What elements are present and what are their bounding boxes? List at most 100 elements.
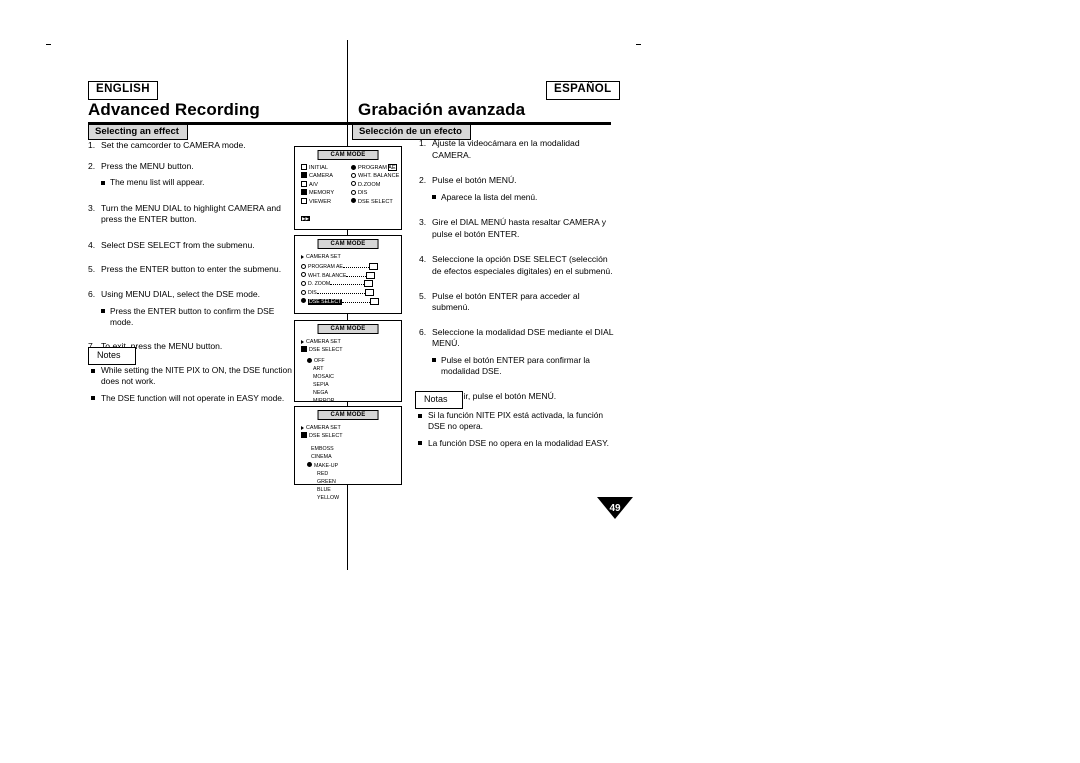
step-text: Pulse el botón MENÚ. [432,175,517,186]
menu-item-label: VIEWER [309,198,332,205]
dse-option-label: OFF [314,358,325,365]
step-text: Press the ENTER button to enter the subm… [101,264,282,275]
bullet-icon [301,263,306,269]
step-number: 4. [419,254,427,265]
dse-option-emboss: EMBOSS [311,445,395,453]
step-number: 6. [419,326,427,337]
radio-icon [307,357,312,363]
lcd-menu-subheading: DSE SELECT [301,346,395,354]
list-item: 1. Ajuste la videocámara en la modalidad… [419,138,619,161]
menu-item-label: INITIAL [309,165,328,171]
pointer-icon [301,425,304,430]
dse-option-label: EMBOSS [311,446,334,453]
menu-row-program-ae: PROGRAM AE [301,263,395,272]
menu-row-d-zoom: D. ZOOM [301,280,395,289]
list-item: 3. Turn the MENU DIAL to highlight CAMER… [88,203,288,226]
step-text: Select DSE SELECT from the submenu. [101,239,255,250]
dse-option-red: RED [311,470,395,478]
list-item: 2. Pulse el botón MENÚ. Aparece la lista… [419,175,619,203]
checkbox-icon [301,180,307,187]
menu-row-label: PROGRAM AE [308,263,343,270]
crop-mark-top-right [636,44,641,45]
radio-icon [351,198,356,204]
radio-icon [351,181,356,187]
dot-leader [342,301,371,303]
radio-icon [351,172,356,178]
dse-option-cinema: CINEMA [311,453,395,461]
note-item: La función DSE no opera en la modalidad … [415,438,615,449]
step-text: Set the camcorder to CAMERA mode. [101,140,246,150]
step-number: 1. [88,140,96,150]
menu-row-label-selected: DSE SELECT [308,298,343,305]
bullet-icon [301,272,306,278]
notes-label-english: Notes [88,347,136,365]
pointer-icon [301,254,304,259]
page-title-spanish: Grabación avanzada [358,100,526,119]
submenu-item-d-zoom: D.ZOOM [351,181,407,189]
dse-option-label: NEGA [313,389,329,396]
lcd-menu-body: INITIAL CAMERA A/V MEMORY VIEWER PROGRAM… [301,164,399,225]
bullet-icon [301,298,306,304]
lcd-mode-title: CAM MODE [317,410,379,420]
value-box [368,263,378,271]
dse-option-blue: BLUE [311,486,395,494]
checkbox-icon [301,189,307,196]
status-indicator: ▶▶ [301,216,311,221]
value-box [364,280,374,288]
step-subnote: Press the ENTER button to confirm the DS… [88,306,288,329]
list-item: 1. Set the camcorder to CAMERA mode. [88,140,288,152]
submenu-item-label: WHT. BALANCE [358,173,400,180]
menu-row-wht-balance: WHT. BALANCE [301,271,395,281]
radio-icon [351,164,356,170]
lcd-mode-title: CAM MODE [317,324,379,334]
step-text: Ajuste la videocámara en la modalidad CA… [432,138,580,160]
lcd-menu-body: CAMERA SET DSE SELECT EMBOSS CINEMA MAKE… [301,424,395,501]
dse-option-list: EMBOSS CINEMA MAKE-UP RED GREEN BLUE YEL… [301,445,395,502]
bullet-icon [301,280,306,286]
step-text: Using MENU DIAL, select the DSE mode. [101,288,261,299]
step-number: 4. [88,239,96,250]
dse-option-label: GREEN [317,479,336,486]
lcd-menu-column-left: INITIAL CAMERA A/V MEMORY VIEWER [301,164,347,206]
checkbox-icon [301,197,307,204]
lcd-menu-subheading-label: DSE SELECT [309,347,343,354]
menu-item-initial: INITIAL [301,164,347,172]
list-item: 3. Gire el DIAL MENÚ hasta resaltar CAME… [419,217,619,240]
dse-option-label: SEPIA [313,382,329,389]
step-text: Pulse el botón ENTER para acceder al sub… [432,290,580,313]
list-item: 6. Seleccione la modalidad DSE mediante … [419,327,619,378]
submenu-item-label: D.ZOOM [358,181,381,188]
step-number: 2. [419,175,427,186]
dse-option-sepia: SEPIA [307,382,395,390]
dse-option-label: YELLOW [317,495,340,502]
dse-option-label: MOSAIC [313,374,334,381]
value-box [370,297,380,305]
step-number: 6. [88,288,96,299]
step-number: 3. [88,202,96,213]
dse-option-label: ART [313,366,324,373]
checkbox-icon [301,164,307,171]
step-text: Seleccione la opción DSE SELECT (selecci… [432,254,613,276]
menu-item-label: A/V [309,181,319,188]
notes-list-spanish: Si la función NITE PIX está activada, la… [415,410,615,454]
dse-option-label: CINEMA [311,454,332,461]
lcd-screen-main-menu: CAM MODE INITIAL CAMERA A/V MEMORY VIEWE… [294,146,402,230]
dse-option-label: MIRROR [313,397,335,404]
bullet-icon [301,289,306,295]
submenu-item-wht-balance: WHT. BALANCE [351,172,407,180]
list-item: 2. Press the MENU button. The menu list … [88,161,288,189]
step-number: 2. [88,160,96,171]
english-language-badge: ENGLISH [88,81,158,100]
page-title-english: Advanced Recording [88,100,260,119]
lcd-menu-heading-label: CAMERA SET [306,254,341,260]
menu-row-dis: DIS [301,289,395,298]
lcd-menu-body: CAMERA SET DSE SELECT OFF ART MOSAIC SEP… [301,338,395,412]
lcd-mode-title: CAM MODE [317,150,379,160]
lcd-menu-subheading: DSE SELECT [301,432,395,440]
pointer-icon [301,432,307,439]
note-item: Si la función NITE PIX está activada, la… [415,410,615,433]
list-item: 5. Pulse el botón ENTER para acceder al … [419,291,619,314]
menu-item-camera: CAMERA [301,172,347,180]
dot-leader [330,284,365,286]
step-subnote: The menu list will appear. [88,177,288,188]
